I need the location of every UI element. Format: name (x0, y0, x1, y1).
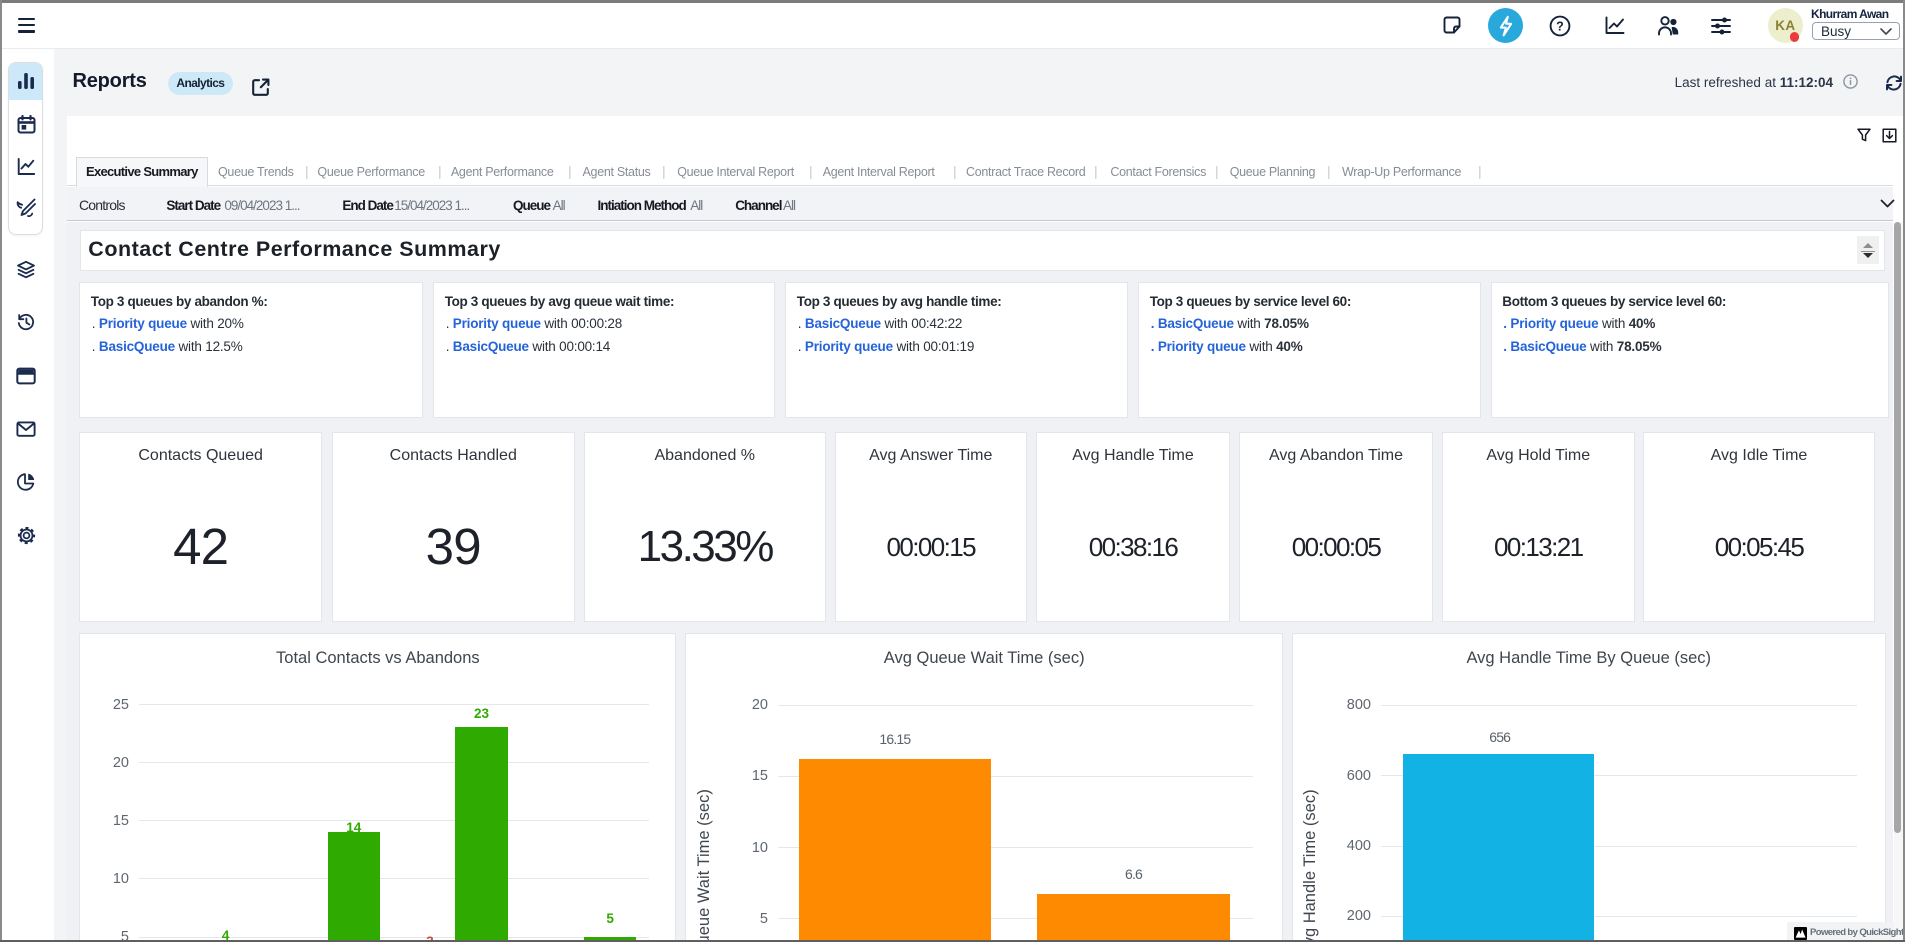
svg-text:?: ? (1556, 19, 1564, 33)
